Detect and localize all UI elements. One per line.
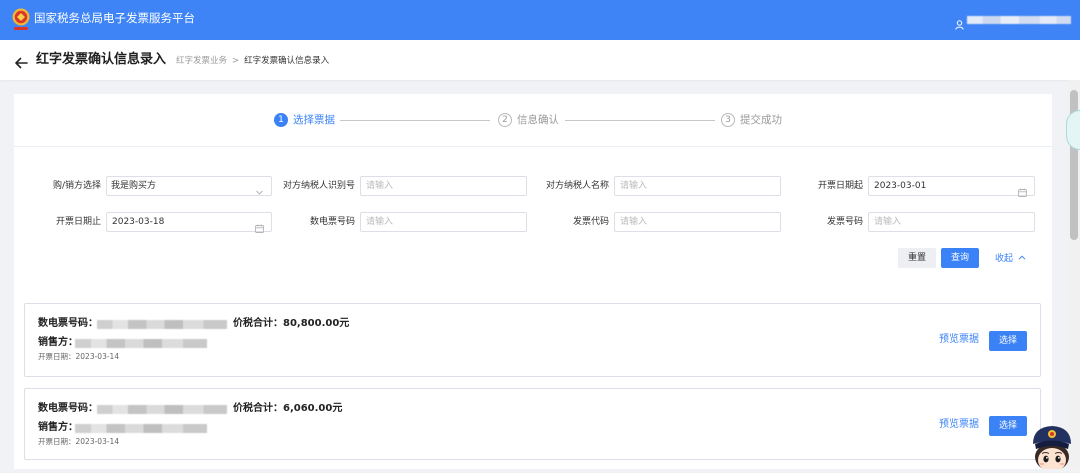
calendar-icon[interactable] [255, 218, 264, 233]
breadcrumb: 红字发票业务 > 红字发票确认信息录入 [176, 56, 329, 66]
invoice-card: 数电票号码： 价税合计：6,060.00元 销售方： 开票日期：2023-03-… [24, 388, 1041, 460]
counterparty-name-field [614, 176, 781, 196]
seller-name-redacted [75, 424, 207, 433]
floating-help-button[interactable] [1066, 110, 1080, 150]
invoice-number-redacted [97, 320, 227, 329]
select-invoice-button[interactable]: 选择 [989, 331, 1027, 351]
collapse-toggle[interactable]: 收起 [995, 248, 1026, 268]
invoice-number-input[interactable] [869, 213, 1034, 231]
buyer-seller-value: 我是购买方 [111, 181, 157, 191]
counterparty-tax-id-input[interactable] [361, 177, 526, 195]
page-header: 红字发票确认信息录入 红字发票业务 > 红字发票确认信息录入 [0, 40, 1080, 80]
user-menu[interactable] [953, 12, 1075, 30]
assistant-mascot-icon[interactable] [1028, 424, 1076, 472]
user-icon [955, 15, 964, 30]
invoice-date: 开票日期：2023-03-14 [38, 351, 119, 363]
step-1-number: 1 [274, 113, 288, 127]
invoice-date-start-label: 开票日期起 [817, 181, 863, 191]
seller-label: 销售方： [38, 422, 78, 433]
counterparty-name-label: 对方纳税人名称 [545, 181, 609, 191]
seller-label: 销售方： [38, 337, 78, 348]
calendar-icon[interactable] [1018, 182, 1027, 197]
invoice-date: 开票日期：2023-03-14 [38, 436, 119, 448]
main-card: 1 选择票据 2 信息确认 3 提交成功 购/销方选择 我是购买方 对方纳税人识… [14, 94, 1052, 469]
invoice-number-label: 发票号码 [826, 217, 863, 227]
counterparty-tax-id-field [360, 176, 527, 196]
seller-name-redacted [75, 339, 207, 348]
breadcrumb-separator: > [232, 56, 240, 66]
preview-invoice-link[interactable]: 预览票据 [939, 333, 979, 347]
invoice-code-field [614, 212, 781, 232]
invoice-date-start-field [868, 176, 1035, 197]
invoice-total: 价税合计：80,800.00元 [233, 317, 349, 331]
invoice-code-input[interactable] [615, 213, 780, 231]
breadcrumb-parent[interactable]: 红字发票业务 [176, 56, 227, 66]
invoice-total-value: 6,060.00元 [283, 403, 343, 414]
invoice-date-end-input[interactable] [107, 213, 271, 231]
preview-invoice-link[interactable]: 预览票据 [939, 418, 979, 432]
back-arrow-icon[interactable] [14, 54, 28, 69]
invoice-date-end-label: 开票日期止 [55, 217, 101, 227]
counterparty-tax-id-label: 对方纳税人识别号 [282, 181, 355, 191]
invoice-date-end-field [106, 212, 272, 233]
collapse-label: 收起 [995, 254, 1014, 264]
reset-button[interactable]: 重置 [898, 248, 936, 268]
tax-emblem-icon[interactable] [11, 8, 31, 32]
select-invoice-button[interactable]: 选择 [989, 416, 1027, 436]
invoice-total: 价税合计：6,060.00元 [233, 402, 342, 416]
chevron-down-icon [255, 182, 264, 195]
step-connector [565, 120, 715, 121]
counterparty-name-input[interactable] [615, 177, 780, 195]
buyer-seller-label: 购/销方选择 [52, 181, 101, 191]
invoice-total-value: 80,800.00元 [283, 318, 350, 329]
query-button[interactable]: 查询 [941, 248, 979, 268]
invoice-date-label: 开票日期： [38, 437, 76, 446]
step-2-label: 信息确认 [517, 114, 559, 126]
digital-invoice-number-label: 数电票号码 [309, 217, 355, 227]
invoice-date-label: 开票日期： [38, 352, 76, 361]
step-3-label: 提交成功 [740, 114, 782, 126]
section-divider [14, 146, 1052, 147]
invoice-code-label: 发票代码 [572, 217, 609, 227]
invoice-total-label: 价税合计： [233, 318, 283, 329]
step-3-number: 3 [721, 113, 735, 127]
top-header: 国家税务总局电子发票服务平台 [0, 0, 1080, 40]
invoice-number-label: 数电票号码： [38, 318, 98, 329]
digital-invoice-number-field [360, 212, 527, 232]
breadcrumb-current: 红字发票确认信息录入 [244, 56, 330, 66]
invoice-card: 数电票号码： 价税合计：80,800.00元 销售方： 开票日期：2023-03… [24, 303, 1041, 377]
invoice-date-start-input[interactable] [869, 177, 1034, 195]
buyer-seller-select[interactable]: 我是购买方 [106, 176, 272, 196]
invoice-date-value: 2023-03-14 [75, 352, 120, 361]
invoice-total-label: 价税合计： [233, 403, 283, 414]
step-2-number: 2 [498, 113, 512, 127]
username-redacted [967, 16, 1071, 24]
page-title: 红字发票确认信息录入 [36, 52, 167, 67]
invoice-number-label: 数电票号码： [38, 403, 98, 414]
chevron-up-icon [1018, 248, 1026, 260]
invoice-number-field [868, 212, 1035, 232]
step-connector [340, 120, 490, 121]
invoice-number-redacted [97, 405, 227, 414]
platform-title: 国家税务总局电子发票服务平台 [34, 11, 195, 25]
invoice-date-value: 2023-03-14 [75, 437, 120, 446]
digital-invoice-number-input[interactable] [361, 213, 526, 231]
step-1-label: 选择票据 [293, 114, 335, 126]
